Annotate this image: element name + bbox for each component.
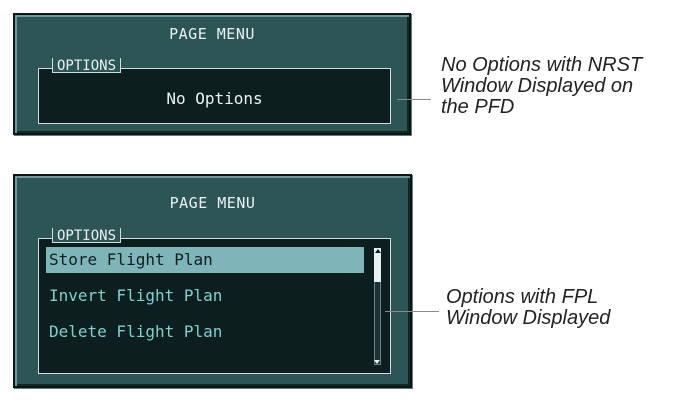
page-menu-window-fpl-options: PAGE MENU OPTIONS Store Flight Plan Inve… [13, 174, 412, 388]
options-box: OPTIONS No Options [38, 58, 391, 124]
menu-item-store-flight-plan[interactable]: Store Flight Plan [46, 247, 364, 273]
callout-line-text: Options with FPL [446, 286, 599, 308]
options-scrollbar[interactable] [373, 248, 382, 365]
options-label: OPTIONS [52, 228, 122, 243]
callout-line-text: Window Displayed [446, 307, 611, 329]
callout-no-options: No Options with NRST Window Displayed on… [441, 55, 673, 118]
page-menu-window-no-options: PAGE MENU OPTIONS No Options [13, 13, 411, 135]
callout-leader-line [385, 311, 439, 312]
menu-item-delete-flight-plan[interactable]: Delete Flight Plan [46, 319, 364, 345]
callout-line-text: No Options with NRST [441, 54, 643, 76]
page-menu-title: PAGE MENU [169, 194, 256, 212]
scroll-down-arrow-icon[interactable] [374, 360, 380, 364]
options-box: OPTIONS Store Flight Plan Invert Flight … [38, 228, 391, 374]
callout-fpl-options: Options with FPL Window Displayed [446, 287, 673, 329]
callout-leader-line [397, 99, 431, 100]
no-options-message: No Options [166, 89, 263, 108]
options-label: OPTIONS [52, 58, 122, 73]
options-list: Store Flight Plan Invert Flight Plan Del… [46, 247, 364, 355]
page-menu-title: PAGE MENU [169, 25, 255, 43]
callout-line-text: Window Displayed on [441, 75, 634, 97]
callout-line-text: the PFD [441, 96, 515, 118]
scroll-up-arrow-icon [375, 249, 381, 253]
menu-item-invert-flight-plan[interactable]: Invert Flight Plan [46, 283, 364, 309]
scrollbar-thumb[interactable] [374, 248, 381, 282]
